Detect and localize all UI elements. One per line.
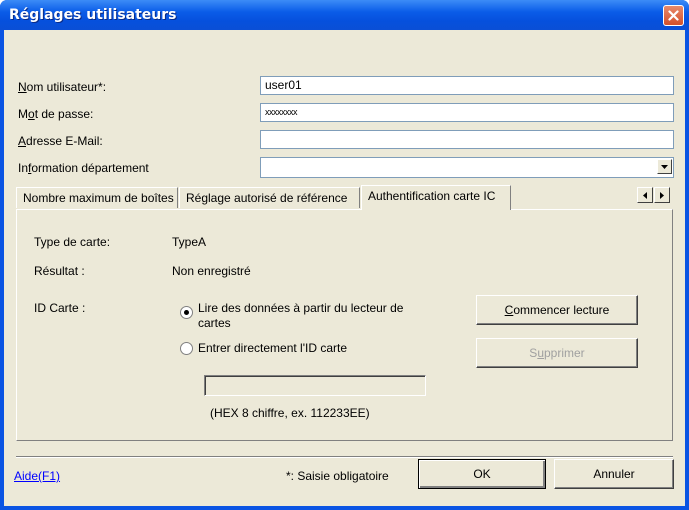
hex-format-hint: (HEX 8 chiffre, ex. 112233EE) xyxy=(210,406,370,420)
radio-read-from-reader[interactable] xyxy=(180,306,193,319)
close-icon xyxy=(668,10,679,21)
department-combobox[interactable] xyxy=(260,157,674,178)
department-label: Information département xyxy=(18,161,149,175)
password-label: Mot de passe: xyxy=(18,107,94,121)
start-reading-button[interactable]: Commencer lecture xyxy=(476,295,638,325)
card-id-input[interactable] xyxy=(204,375,426,396)
dialog-body: Nom utilisateur*: user01 Mot de passe: x… xyxy=(4,30,685,506)
footer-divider xyxy=(16,456,673,458)
password-input[interactable]: xxxxxxxx xyxy=(260,103,674,122)
result-label: Résultat : xyxy=(34,264,85,278)
cancel-button[interactable]: Annuler xyxy=(554,459,674,489)
card-type-label: Type de carte: xyxy=(34,235,111,249)
tab-label: Nombre maximum de boîtes xyxy=(23,191,174,205)
window-title: Réglages utilisateurs xyxy=(9,7,177,23)
radio-direct-entry[interactable] xyxy=(180,342,193,355)
email-input[interactable] xyxy=(260,130,674,149)
tab-label: Réglage autorisé de référence xyxy=(186,191,348,205)
tab-max-boxes[interactable]: Nombre maximum de boîtes xyxy=(16,187,178,208)
dropdown-button[interactable] xyxy=(657,159,672,174)
username-label: Nom utilisateur*: xyxy=(18,80,107,94)
tab-scroll-left-button[interactable] xyxy=(637,187,653,203)
delete-button[interactable]: Su pprimer xyxy=(476,338,638,368)
help-link[interactable]: Aide(F1) xyxy=(14,469,60,483)
tab-reference-permissions[interactable]: Réglage autorisé de référence xyxy=(179,187,360,208)
required-fields-note: *: Saisie obligatoire xyxy=(286,469,389,483)
tab-label: Authentification carte IC xyxy=(368,189,496,203)
email-label: Adresse E-Mail: xyxy=(18,134,103,148)
result-value: Non enregistré xyxy=(172,264,251,278)
ok-button[interactable]: OK xyxy=(418,459,546,489)
card-type-value: TypeA xyxy=(172,235,207,249)
chevron-down-icon xyxy=(661,164,668,169)
card-id-label: ID Carte : xyxy=(34,301,86,315)
dialog-window: Réglages utilisateurs Nom utilisateur*: … xyxy=(0,0,689,510)
arrow-right-icon xyxy=(660,191,664,199)
arrow-left-icon xyxy=(643,191,647,199)
radio-direct-entry-label: Entrer directement l'ID carte xyxy=(198,341,348,355)
tab-scroll-right-button[interactable] xyxy=(654,187,670,203)
username-input[interactable]: user01 xyxy=(260,76,674,95)
title-bar[interactable]: Réglages utilisateurs xyxy=(0,0,689,30)
radio-selected-dot xyxy=(184,310,189,315)
radio-read-from-reader-label: Lire des données à partir du lecteur de c… xyxy=(198,301,404,330)
tab-ic-card-auth[interactable]: Authentification carte IC xyxy=(361,185,511,210)
close-button[interactable] xyxy=(663,5,684,26)
